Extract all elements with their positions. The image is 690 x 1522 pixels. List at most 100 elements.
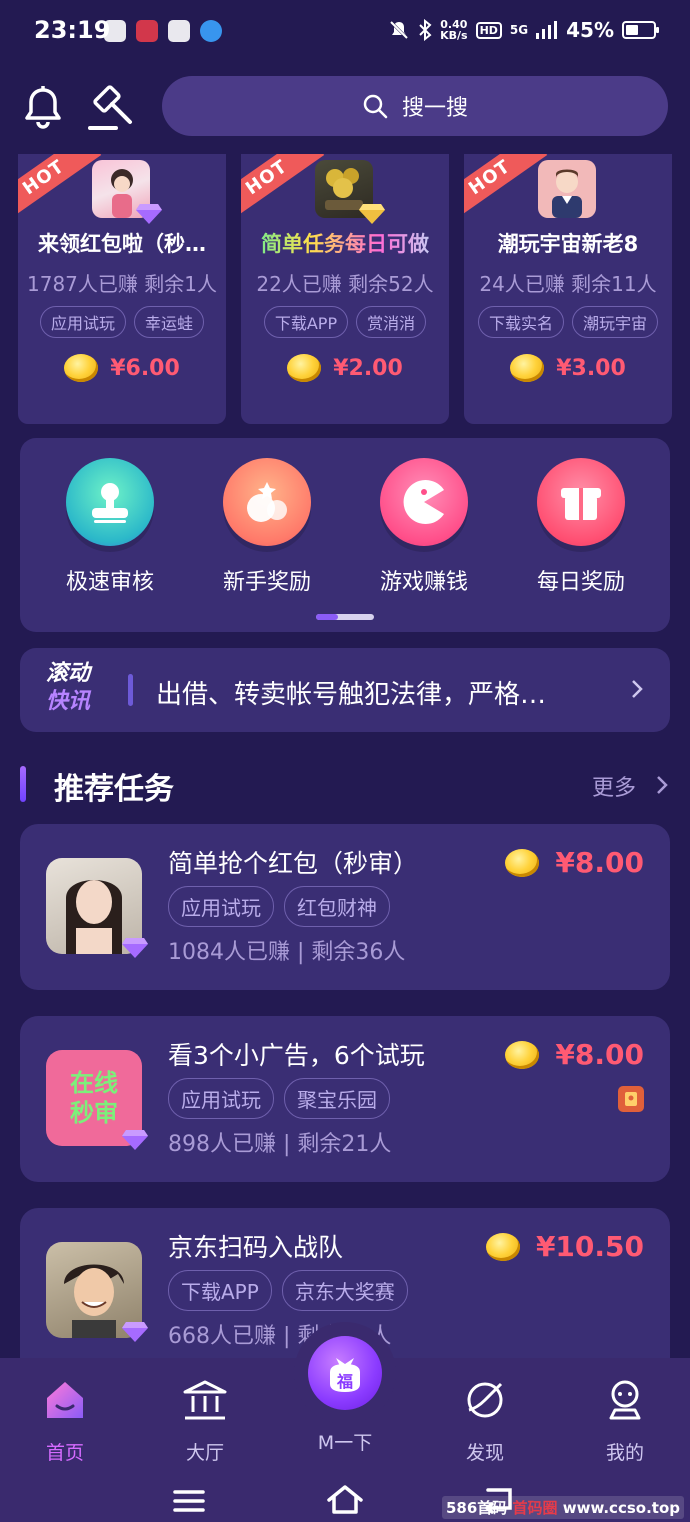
- diamond-icon: [122, 938, 148, 958]
- bluetooth-icon: [419, 19, 432, 41]
- task-tag: 下载实名: [477, 306, 564, 338]
- nav-mine[interactable]: 我的: [580, 1376, 670, 1465]
- robot-app-icon: [168, 20, 190, 42]
- nav-hall[interactable]: 大厅: [160, 1376, 250, 1465]
- bell-icon[interactable]: [20, 84, 66, 130]
- search-bar[interactable]: 搜一搜: [162, 76, 668, 136]
- more-link[interactable]: 更多: [592, 770, 636, 802]
- feature-label: 新手奖励: [222, 570, 311, 595]
- chevron-right-icon[interactable]: [656, 775, 668, 795]
- hot-badge: HOT: [241, 154, 325, 224]
- stamp-icon: [66, 458, 154, 546]
- hot-task-stats: 24人已赚 剩余11人: [479, 272, 657, 296]
- task-title: 京东扫码入战队: [168, 1233, 344, 1262]
- hot-task-tags: 下载APP 赏消消: [241, 306, 449, 338]
- reward-price: ¥2.00: [333, 355, 403, 381]
- task-tag: 红包财神: [284, 886, 390, 927]
- news-ticker[interactable]: 滚动 快讯 出借、转卖帐号触犯法律，严格…: [20, 648, 670, 732]
- diamond-icon: [122, 1130, 148, 1150]
- feature-label: 每日奖励: [536, 570, 625, 595]
- feature-newbie-reward[interactable]: 新手奖励: [207, 458, 327, 596]
- lucky-bag-glyph: 福: [336, 1372, 353, 1391]
- task-tags: 应用试玩 聚宝乐园: [168, 1078, 390, 1119]
- feature-fast-review[interactable]: 极速审核: [50, 458, 170, 596]
- network-speed: 0.40 KB/s: [440, 18, 468, 42]
- task-tag: 京东大奖赛: [281, 1270, 408, 1311]
- task-title: 看3个小广告，6个试玩: [168, 1041, 425, 1070]
- status-notification-icons: [104, 20, 222, 42]
- qq-icon: [200, 20, 222, 42]
- hot-task-reward: ¥3.00: [464, 354, 672, 382]
- gold-coin-icon: [505, 848, 540, 877]
- task-reward: ¥8.00: [505, 846, 644, 879]
- task-card[interactable]: 简单抢个红包（秒审） 应用试玩 红包财神 1084人已赚 | 剩余36人 ¥8.…: [20, 824, 670, 990]
- nav-home[interactable]: 首页: [20, 1376, 110, 1465]
- lucky-bag-button[interactable]: 福: [308, 1336, 382, 1410]
- task-tag: 应用试玩: [168, 886, 274, 927]
- reward-price: ¥8.00: [555, 1038, 644, 1071]
- reward-price: ¥8.00: [555, 846, 644, 879]
- feature-game-earn[interactable]: 游戏赚钱: [364, 458, 484, 596]
- gold-coin-icon: [287, 354, 322, 382]
- mute-icon: [390, 20, 409, 40]
- home-icon: [47, 1382, 83, 1418]
- hot-task-card[interactable]: HOT 简单任务每日可做 22人已赚 剩余52人 下载APP 赏消消 ¥2.00: [241, 154, 449, 424]
- hot-task-title: 来领红包啦（秒…: [38, 232, 206, 256]
- task-reward: ¥10.50: [485, 1230, 644, 1263]
- auction-hammer-icon[interactable]: [86, 82, 138, 132]
- task-tags: 应用试玩 红包财神: [168, 886, 390, 927]
- gold-coin-icon: [64, 354, 99, 382]
- hot-task-card[interactable]: HOT 潮玩宇宙新老8 24人已赚 剩余11人 下载实名 潮玩宇宙 ¥3.00: [464, 154, 672, 424]
- task-stats: 898人已赚 | 剩余21人: [168, 1132, 392, 1157]
- task-stats: 1084人已赚 | 剩余36人: [168, 940, 406, 965]
- task-title: 简单抢个红包（秒审）: [168, 849, 419, 878]
- task-tag: 下载APP: [263, 306, 349, 338]
- battery-icon: [622, 21, 659, 39]
- red-envelope-icon: [618, 1086, 644, 1112]
- status-time: 23:19: [34, 16, 111, 44]
- hd-badge: HD: [475, 21, 502, 39]
- hot-task-reward: ¥2.00: [241, 354, 449, 382]
- menu-icon[interactable]: [172, 1488, 206, 1514]
- task-avatar: [538, 160, 596, 218]
- feature-panel: 极速审核 新手奖励 游戏赚钱 每日奖励: [20, 438, 670, 632]
- reward-price: ¥3.00: [556, 355, 626, 381]
- feature-label: 游戏赚钱: [379, 570, 468, 595]
- hot-task-reward: ¥6.00: [18, 354, 226, 382]
- feature-daily-reward[interactable]: 每日奖励: [521, 458, 641, 596]
- search-placeholder: 搜一搜: [401, 96, 468, 121]
- reward-price: ¥10.50: [535, 1230, 644, 1263]
- nav-discover[interactable]: 发现: [440, 1376, 530, 1465]
- feature-label: 极速审核: [65, 570, 154, 595]
- hot-task-tags: 下载实名 潮玩宇宙: [464, 306, 672, 338]
- signal-type: 5G: [509, 23, 529, 37]
- hot-task-stats: 1787人已赚 剩余1人: [27, 272, 217, 296]
- reward-price: ¥6.00: [110, 355, 180, 381]
- hot-task-title: 潮玩宇宙新老8: [497, 232, 639, 256]
- pacman-icon: [380, 458, 468, 546]
- task-tag: 赏消消: [356, 306, 427, 338]
- thumb-text: 秒审: [70, 1099, 118, 1127]
- hot-task-title: 简单任务每日可做: [241, 228, 449, 258]
- search-icon: [363, 94, 388, 119]
- task-tag: 应用试玩: [39, 306, 126, 338]
- task-card[interactable]: 在线 秒审 看3个小广告，6个试玩 应用试玩 聚宝乐园 898人已赚 | 剩余2…: [20, 1016, 670, 1182]
- user-profile-icon: [609, 1380, 641, 1420]
- news-divider: [128, 674, 133, 706]
- task-tag: 下载APP: [168, 1270, 272, 1311]
- app-notification-icon: [136, 20, 158, 42]
- section-title: 推荐任务: [54, 772, 174, 807]
- nav-label: 首页: [45, 1442, 84, 1464]
- diamond-icon: [122, 1322, 148, 1342]
- hot-task-card[interactable]: HOT 来领红包啦（秒… 1787人已赚 剩余1人 应用试玩 幸运蛙 ¥6.00: [18, 154, 226, 424]
- diamond-icon: [136, 204, 162, 224]
- status-bar: 23:19 0.40 KB/s HD 5G 45%: [0, 0, 690, 64]
- status-indicators: 0.40 KB/s HD 5G 45%: [388, 18, 659, 42]
- task-reward: ¥8.00: [505, 1038, 644, 1071]
- gold-coin-icon: [510, 354, 545, 382]
- signal-bars-icon: [536, 21, 558, 39]
- task-tag: 潮玩宇宙: [572, 306, 659, 338]
- section-accent-bar: [20, 766, 26, 802]
- home-nav-icon[interactable]: [326, 1484, 364, 1516]
- diamond-icon: [359, 204, 385, 224]
